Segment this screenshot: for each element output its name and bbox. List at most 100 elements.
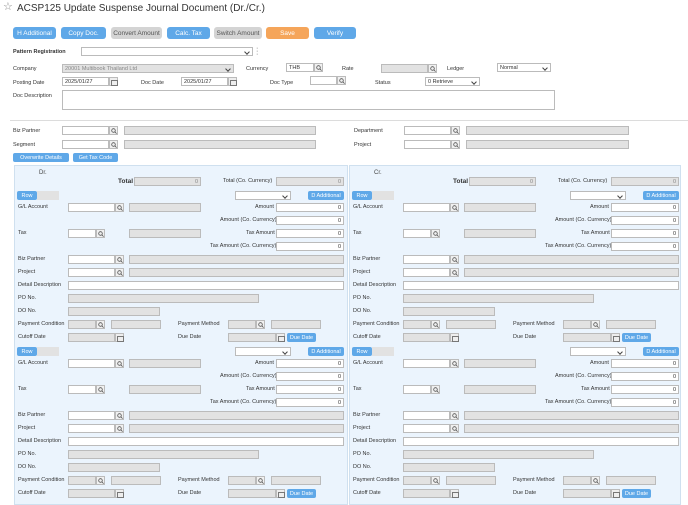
cr-line2-cutoff-date-input[interactable] [403, 489, 450, 498]
dr-line1-cutoff-date-calendar-icon[interactable] [115, 333, 124, 342]
cr-line1-due-date-calendar-icon[interactable] [611, 333, 620, 342]
rate-search-icon[interactable] [428, 64, 437, 73]
cr-line1-amount-cc-input[interactable]: 0 [611, 216, 679, 225]
cr-line2-biz-partner-input[interactable] [403, 411, 450, 420]
dr-line1-due-date-calendar-icon[interactable] [276, 333, 285, 342]
cr-line1-po-no-input[interactable] [403, 294, 594, 303]
save-button[interactable]: Save [266, 27, 309, 39]
cr-line2-tax-amount-cc-input[interactable]: 0 [611, 398, 679, 407]
dr-line1-tax-input[interactable] [68, 229, 96, 238]
dr-line1-do-no-input[interactable] [68, 307, 160, 316]
cr-line2-payment-condition-input[interactable] [403, 476, 431, 485]
verify-button[interactable]: Verify [314, 27, 356, 39]
doc-description-input[interactable] [62, 90, 555, 110]
cr-line2-project-input[interactable] [403, 424, 450, 433]
dr-line1-payment-method-input[interactable] [228, 320, 256, 329]
dr-line2-payment-method-input[interactable] [228, 476, 256, 485]
cr-line2-row-select[interactable] [570, 347, 626, 356]
dr-line1-gl-account-input[interactable] [68, 203, 115, 212]
dr-line1-d-additional-button[interactable]: D Additional [308, 191, 344, 200]
dr-line1-payment-condition-search-icon[interactable] [96, 320, 105, 329]
doc-date-input[interactable]: 2025/01/27 [181, 77, 228, 86]
doc-type-input[interactable] [310, 76, 337, 85]
cr-line2-tax-search-icon[interactable] [431, 385, 440, 394]
cr-line1-project-input[interactable] [403, 268, 450, 277]
overwrite-details-button[interactable]: Overwrite Details [13, 153, 69, 162]
cr-line1-detail-description-input[interactable] [403, 281, 679, 290]
cr-line2-due-date-calendar-icon[interactable] [611, 489, 620, 498]
dr-line1-payment-condition-input[interactable] [68, 320, 96, 329]
dr-line1-tax-search-icon[interactable] [96, 229, 105, 238]
get-tax-code-button[interactable]: Get Tax Code [73, 153, 118, 162]
dr-line1-due-date-button[interactable]: Due Date [287, 333, 316, 342]
cr-line1-amount-input[interactable]: 0 [611, 203, 679, 212]
cr-line2-po-no-input[interactable] [403, 450, 594, 459]
more-options-icon[interactable]: · · · [256, 45, 258, 58]
cr-line1-biz-partner-search-icon[interactable] [450, 255, 459, 264]
cr-line1-do-no-input[interactable] [403, 307, 495, 316]
cr-line1-gl-account-input[interactable] [403, 203, 450, 212]
currency-input[interactable]: THB [286, 63, 314, 72]
cr-line2-gl-account-input[interactable] [403, 359, 450, 368]
doc-type-search-icon[interactable] [337, 76, 346, 85]
department-search-icon[interactable] [451, 126, 460, 135]
dr-line2-amount-input[interactable]: 0 [276, 359, 344, 368]
convert-amount-button[interactable]: Convert Amount [111, 27, 162, 39]
dr-line2-do-no-input[interactable] [68, 463, 160, 472]
posting-date-calendar-icon[interactable] [109, 77, 118, 86]
posting-date-input[interactable]: 2025/01/27 [62, 77, 109, 86]
dr-line2-payment-condition-input[interactable] [68, 476, 96, 485]
dr-line2-tax-amount-cc-input[interactable]: 0 [276, 398, 344, 407]
cr-line2-gl-account-search-icon[interactable] [450, 359, 459, 368]
dr-line2-due-date-input[interactable] [228, 489, 276, 498]
dr-line2-amount-cc-input[interactable]: 0 [276, 372, 344, 381]
dr-line2-due-date-button[interactable]: Due Date [287, 489, 316, 498]
dr-line1-po-no-input[interactable] [68, 294, 259, 303]
segment-search-icon[interactable] [109, 140, 118, 149]
cr-line2-biz-partner-search-icon[interactable] [450, 411, 459, 420]
cr-line2-amount-cc-input[interactable]: 0 [611, 372, 679, 381]
dr-line2-project-input[interactable] [68, 424, 115, 433]
dr-line2-tax-input[interactable] [68, 385, 96, 394]
cr-line1-cutoff-date-calendar-icon[interactable] [450, 333, 459, 342]
dr-line2-project-search-icon[interactable] [115, 424, 124, 433]
dr-line1-biz-partner-input[interactable] [68, 255, 115, 264]
dr-line1-row-button[interactable]: Row [17, 191, 37, 200]
cr-line2-payment-condition-search-icon[interactable] [431, 476, 440, 485]
dr-line1-tax-amount-cc-input[interactable]: 0 [276, 242, 344, 251]
cr-line1-cutoff-date-input[interactable] [403, 333, 450, 342]
dr-line1-project-input[interactable] [68, 268, 115, 277]
biz-partner-input[interactable] [62, 126, 109, 135]
cr-line1-tax-search-icon[interactable] [431, 229, 440, 238]
cr-line2-tax-amount-input[interactable]: 0 [611, 385, 679, 394]
dr-line1-due-date-input[interactable] [228, 333, 276, 342]
cr-line2-row-button[interactable]: Row [352, 347, 372, 356]
dr-line2-detail-description-input[interactable] [68, 437, 344, 446]
calc-tax-button[interactable]: Calc. Tax [167, 27, 210, 39]
company-select[interactable]: 20001 Multibook Thailand Ltd [62, 64, 234, 73]
cr-line1-biz-partner-input[interactable] [403, 255, 450, 264]
dr-line1-amount-input[interactable]: 0 [276, 203, 344, 212]
cr-line1-tax-input[interactable] [403, 229, 431, 238]
dr-line1-row-select[interactable] [235, 191, 291, 200]
cr-line1-payment-condition-search-icon[interactable] [431, 320, 440, 329]
dr-line2-d-additional-button[interactable]: D Additional [308, 347, 344, 356]
dr-line2-tax-amount-input[interactable]: 0 [276, 385, 344, 394]
h-additional-button[interactable]: H Additional [13, 27, 56, 39]
cr-line1-row-select[interactable] [570, 191, 626, 200]
dr-line1-gl-account-search-icon[interactable] [115, 203, 124, 212]
cr-line2-project-search-icon[interactable] [450, 424, 459, 433]
favorite-star-icon[interactable]: ☆ [3, 2, 14, 13]
dr-line2-payment-condition-search-icon[interactable] [96, 476, 105, 485]
copy-doc-button[interactable]: Copy Doc. [61, 27, 106, 39]
cr-line1-tax-amount-cc-input[interactable]: 0 [611, 242, 679, 251]
cr-line1-due-date-input[interactable] [563, 333, 611, 342]
cr-line2-payment-method-search-icon[interactable] [591, 476, 600, 485]
dr-line1-detail-description-input[interactable] [68, 281, 344, 290]
status-select[interactable]: 0 Retrieve [425, 77, 480, 86]
cr-line2-detail-description-input[interactable] [403, 437, 679, 446]
cr-line1-row-button[interactable]: Row [352, 191, 372, 200]
dr-line1-payment-method-search-icon[interactable] [256, 320, 265, 329]
cr-line2-due-date-button[interactable]: Due Date [622, 489, 651, 498]
project-search-icon[interactable] [451, 140, 460, 149]
